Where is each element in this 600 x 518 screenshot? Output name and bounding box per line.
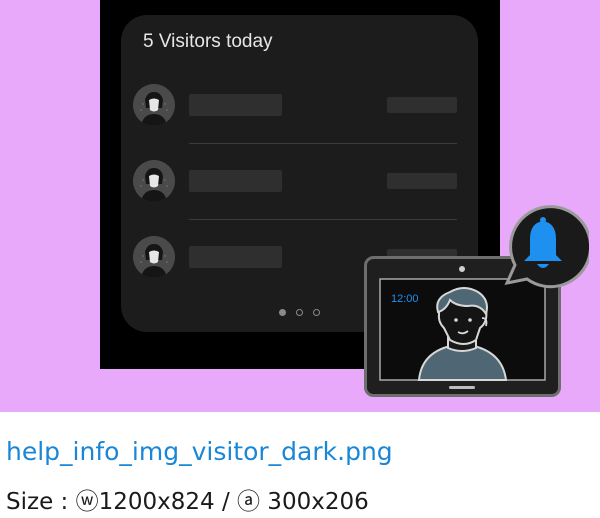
visitor-time-placeholder bbox=[387, 173, 457, 189]
row-divider bbox=[189, 219, 457, 220]
page-dot bbox=[296, 309, 303, 316]
visitor-time-placeholder bbox=[387, 97, 457, 113]
image-filename-link[interactable]: help_info_img_visitor_dark.png bbox=[6, 437, 393, 466]
person-icon bbox=[133, 236, 175, 278]
bell-icon bbox=[497, 203, 593, 295]
intercom-time: 12:00 bbox=[391, 293, 419, 305]
row-divider bbox=[189, 143, 457, 144]
widget-title: 5 Visitors today bbox=[143, 31, 273, 52]
visitor-row bbox=[133, 84, 457, 126]
visitor-name-placeholder bbox=[189, 94, 282, 116]
visitor-row bbox=[133, 160, 457, 202]
visitor-name-placeholder bbox=[189, 246, 282, 268]
person-icon bbox=[133, 84, 175, 126]
page-dot bbox=[313, 309, 320, 316]
person-icon bbox=[133, 160, 175, 202]
illustration: 5 Visitors today 12:00 bbox=[0, 0, 600, 412]
visitor-name-placeholder bbox=[189, 170, 282, 192]
page-dot-active bbox=[279, 309, 286, 316]
image-size-info: Size : ⓦ1200x824 / ⓐ 300x206 bbox=[6, 489, 369, 515]
